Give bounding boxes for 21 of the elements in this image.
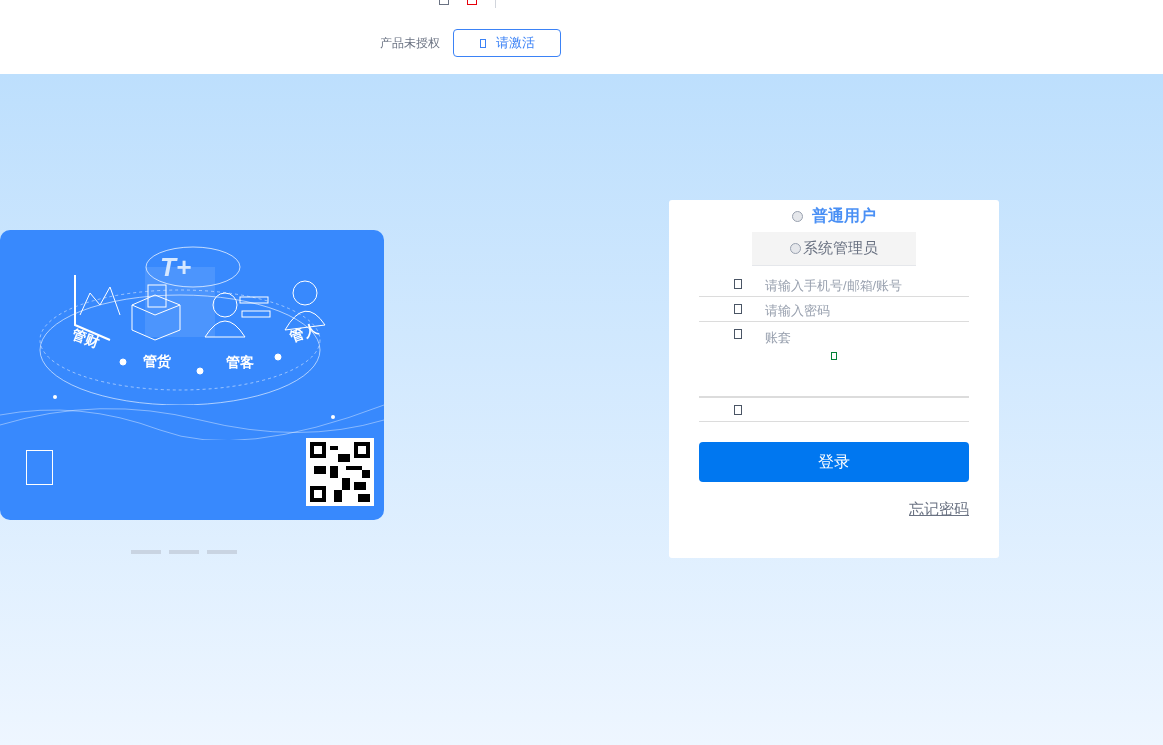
missing-glyph-icon xyxy=(831,352,837,360)
missing-glyph-icon xyxy=(26,450,53,485)
missing-glyph-icon xyxy=(734,279,742,289)
login-button[interactable]: 登录 xyxy=(699,442,969,482)
role-option[interactable]: 普通用户 xyxy=(788,200,880,232)
feature-label: 管客 xyxy=(226,353,254,372)
missing-glyph-icon xyxy=(734,329,742,339)
account-input[interactable]: 请输入手机号/邮箱/账号 xyxy=(765,275,965,295)
missing-glyph-icon xyxy=(734,304,742,314)
feature-label: 管人 xyxy=(287,318,321,347)
missing-glyph-icon xyxy=(734,405,742,415)
product-logo: T+ xyxy=(160,251,192,284)
qr-code xyxy=(306,438,374,506)
account-set-select[interactable]: 账套 xyxy=(765,328,791,348)
license-status: 产品未授权 xyxy=(380,35,440,52)
forgot-password-link[interactable]: 忘记密码 xyxy=(909,498,969,521)
activate-button[interactable]: 请激活 xyxy=(453,29,561,57)
role-option[interactable]: 系统管理员 xyxy=(752,232,916,266)
feature-label: 管货 xyxy=(143,352,171,371)
password-input[interactable]: 请输入密码 xyxy=(765,300,965,320)
feature-label: 管财 xyxy=(69,324,103,353)
